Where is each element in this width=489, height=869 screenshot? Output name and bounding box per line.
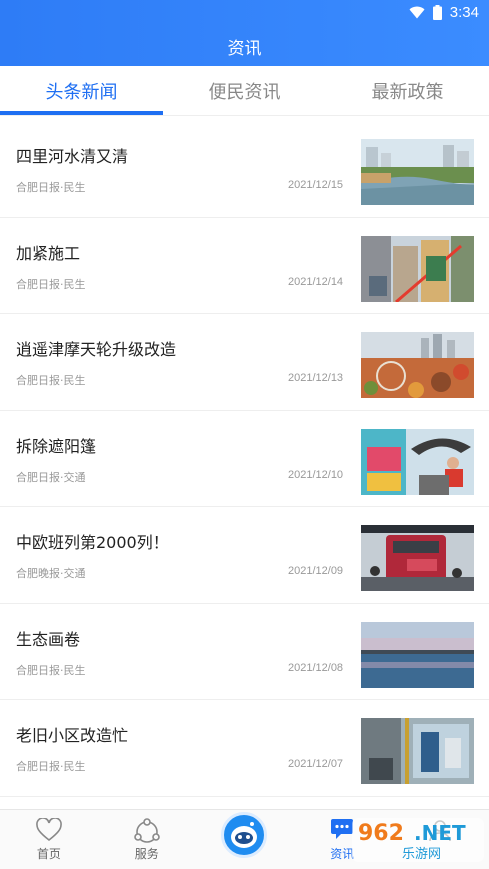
news-thumbnail-construction[interactable] — [361, 235, 474, 302]
news-date: 2021/12/08 — [288, 661, 344, 674]
news-thumbnail-ferris-wheel[interactable] — [361, 332, 474, 398]
news-thumbnail-awning-removal[interactable] — [361, 428, 474, 495]
news-item[interactable]: 逍遥津摩天轮升级改造 合肥日报·民生 2021/12/13 — [0, 314, 489, 411]
news-date: 2021/12/09 — [288, 565, 344, 577]
news-item[interactable]: 加紧施工 合肥日报·民生 2021/12/14 — [0, 218, 489, 314]
news-source: 合肥日报·民生 — [16, 760, 86, 773]
news-title: 中欧班列第2000列！ — [16, 533, 169, 552]
tab-headlines[interactable]: 头条新闻 — [0, 66, 163, 115]
nav-home[interactable]: 首页 — [0, 810, 98, 869]
tab-latest-policy[interactable]: 最新政策 — [326, 66, 489, 115]
news-source: 合肥晚报·交通 — [16, 567, 86, 580]
service-icon — [133, 818, 160, 843]
news-title: 生态画卷 — [16, 629, 81, 649]
svg-text:962: 962 — [358, 821, 404, 846]
news-source: 合肥日报·交通 — [16, 470, 86, 484]
status-bar: 3:34 — [0, 0, 489, 26]
svg-text:乐游网: 乐游网 — [402, 847, 441, 862]
tab-label: 便民资讯 — [208, 81, 281, 103]
news-item[interactable]: 拆除遮阳篷 合肥日报·交通 2021/12/10 — [0, 411, 489, 507]
news-list: 四里河水清又清 合肥日报·民生 2021/12/15 加紧施工 合肥日报·民生 … — [0, 121, 489, 797]
tab-label: 最新政策 — [371, 81, 444, 103]
watermark-logo: 962 .NET 乐游网 — [352, 818, 484, 862]
nav-service[interactable]: 服务 — [98, 810, 196, 869]
news-date: 2021/12/07 — [288, 758, 344, 770]
robot-icon — [231, 822, 257, 848]
wifi-icon — [409, 6, 425, 19]
svg-text:.NET: .NET — [414, 821, 466, 845]
news-date: 2021/12/14 — [288, 275, 344, 288]
tab-label: 头条新闻 — [45, 81, 118, 103]
news-date: 2021/12/13 — [288, 372, 344, 384]
news-title: 四里河水清又清 — [16, 147, 129, 166]
news-tabs: 头条新闻 便民资讯 最新政策 — [0, 66, 489, 116]
news-date: 2021/12/15 — [288, 179, 344, 191]
app-header: 资讯 — [0, 26, 489, 66]
news-item[interactable]: 老旧小区改造忙 合肥日报·民生 2021/12/07 — [0, 700, 489, 797]
nav-label: 首页 — [36, 847, 61, 861]
news-item[interactable]: 四里河水清又清 合肥日报·民生 2021/12/15 — [0, 121, 489, 218]
chat-icon — [331, 819, 354, 839]
page-title: 资讯 — [227, 38, 262, 59]
news-source: 合肥日报·民生 — [16, 663, 86, 677]
news-title: 拆除遮阳篷 — [16, 436, 97, 456]
news-thumbnail-renovation[interactable] — [361, 718, 474, 784]
robot-assistant-button[interactable] — [221, 812, 267, 858]
status-right: 3:34 — [409, 4, 479, 21]
heart-icon — [36, 818, 62, 842]
news-title: 逍遥津摩天轮升级改造 — [16, 340, 177, 359]
nav-label: 服务 — [134, 847, 159, 861]
news-source: 合肥日报·民生 — [16, 181, 86, 194]
nav-label: 资讯 — [330, 847, 355, 861]
news-thumbnail-train[interactable] — [361, 525, 474, 591]
news-thumbnail-lake[interactable] — [361, 621, 474, 688]
news-item[interactable]: 生态画卷 合肥日报·民生 2021/12/08 — [0, 604, 489, 700]
battery-icon — [432, 5, 442, 20]
news-thumbnail-river[interactable] — [361, 139, 474, 205]
news-source: 合肥日报·民生 — [16, 374, 86, 387]
news-title: 老旧小区改造忙 — [16, 726, 129, 745]
status-time: 3:34 — [449, 4, 479, 21]
news-item[interactable]: 中欧班列第2000列！ 合肥晚报·交通 2021/12/09 — [0, 507, 489, 604]
news-source: 合肥日报·民生 — [16, 277, 86, 291]
news-date: 2021/12/10 — [288, 468, 344, 481]
tab-public-info[interactable]: 便民资讯 — [163, 66, 326, 115]
news-title: 加紧施工 — [16, 243, 81, 263]
